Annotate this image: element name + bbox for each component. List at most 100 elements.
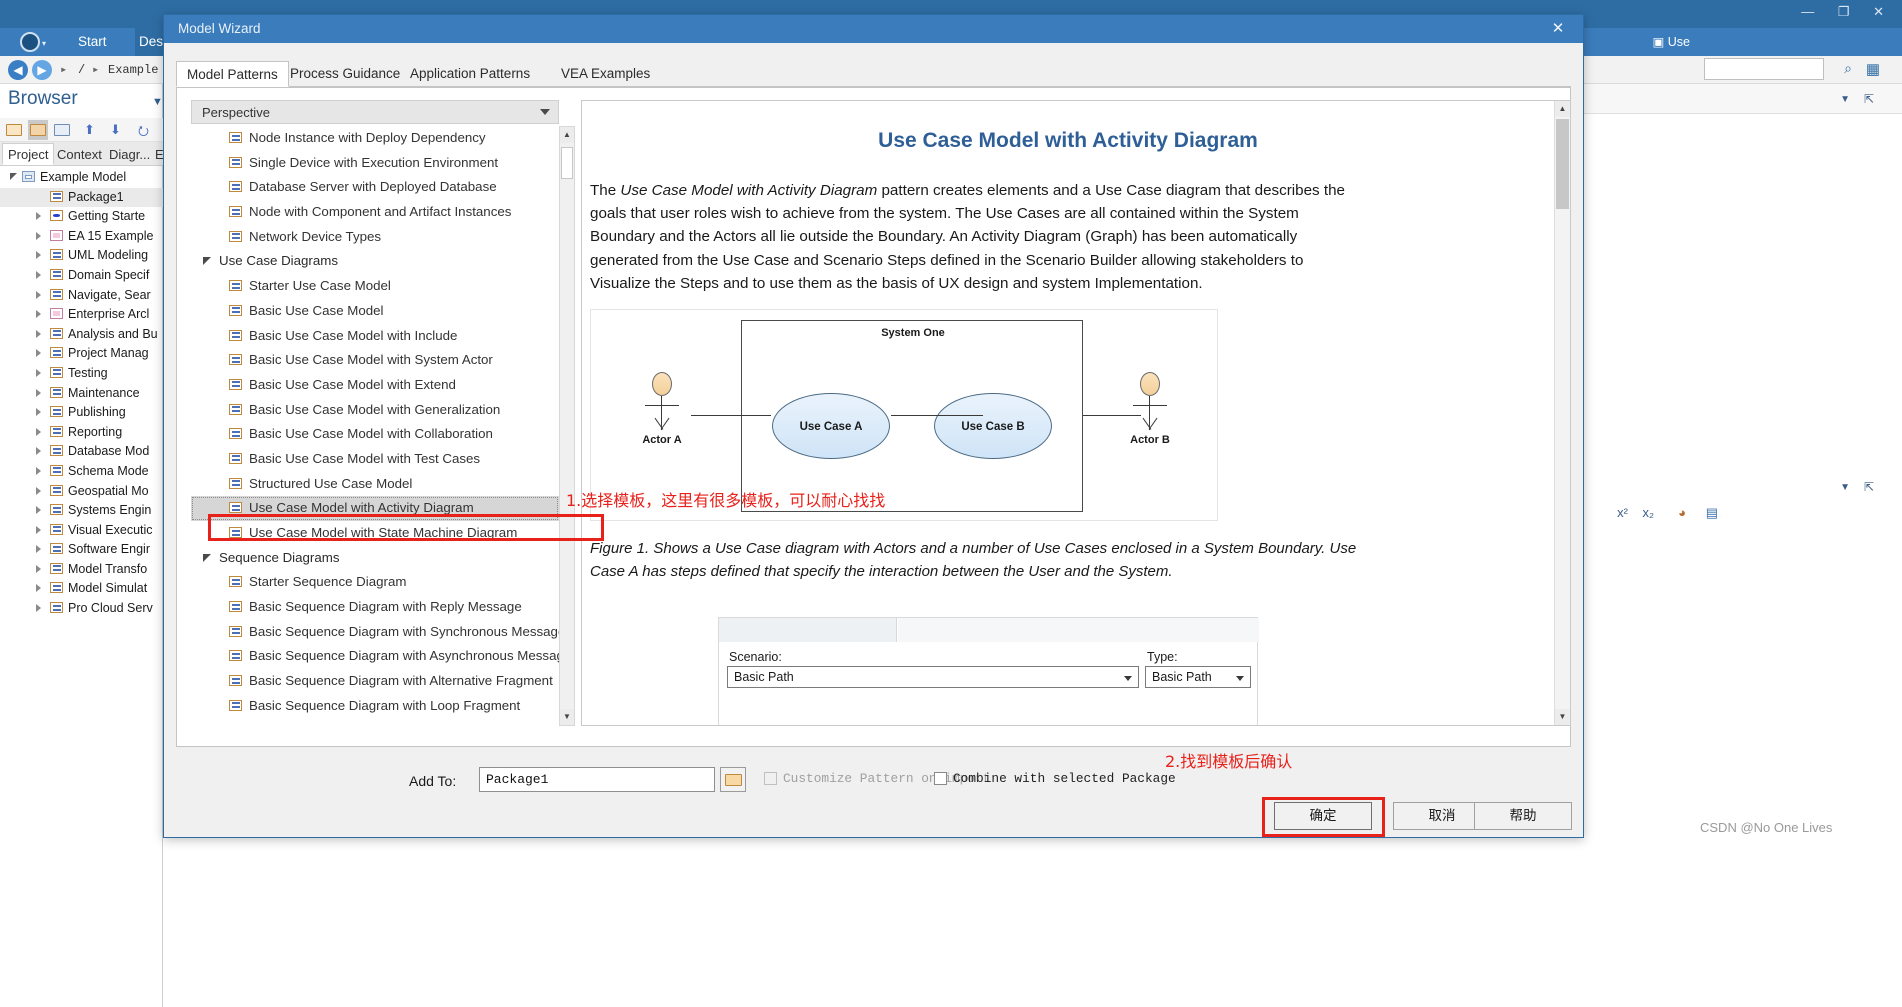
collapse-triangle-icon[interactable] [36,212,41,221]
tab-vea-examples[interactable]: VEA Examples [551,61,660,87]
collapse-triangle-icon[interactable] [36,545,41,554]
browser-tree-item[interactable]: Analysis and Bu [0,325,163,345]
expand-triangle-icon[interactable] [10,173,17,180]
browser-tree-item[interactable]: Schema Mode [0,462,163,482]
tab-process-guidance[interactable]: Process Guidance [280,61,410,87]
scrollbar-thumb[interactable] [1556,119,1569,209]
collapse-triangle-icon[interactable] [36,290,41,299]
back-arrow-icon[interactable]: ◀ [8,60,28,80]
browser-tree-item[interactable]: Getting Starte [0,207,163,227]
breadcrumb-model[interactable]: Example [108,56,158,84]
tab-context[interactable]: Context [52,144,107,166]
browser-tree-item[interactable]: Testing [0,364,163,384]
tab-diagram[interactable]: Diagr... [104,144,155,166]
browser-tree-item[interactable]: Maintenance [0,384,163,404]
pattern-list-scrollbar[interactable]: ▲ ▼ [559,126,575,726]
pattern-list-item[interactable]: Basic Sequence Diagram with Synchronous … [191,620,559,645]
chevron-down-icon[interactable]: ▼ [1840,482,1850,493]
collapse-triangle-icon[interactable] [36,525,41,534]
hierarchy-icon[interactable] [52,120,72,140]
chevron-down-icon[interactable] [1124,676,1132,681]
collapse-triangle-icon[interactable] [36,368,41,377]
new-folder-icon[interactable] [4,120,24,140]
search-icon[interactable]: ⌕ [1844,60,1852,77]
pattern-list-item[interactable]: Basic Use Case Model [191,299,559,324]
folder-browse-icon[interactable] [720,767,746,792]
scroll-up-icon[interactable]: ▲ [1555,101,1570,117]
browser-tree-item[interactable]: Systems Engin [0,501,163,521]
pattern-list-item[interactable]: Basic Use Case Model with Generalization [191,398,559,423]
browser-tree-item[interactable]: Example Model [0,168,163,188]
forward-arrow-icon[interactable]: ▶ [32,60,52,80]
browser-tree-item[interactable]: Model Simulat [0,579,163,599]
collapse-triangle-icon[interactable] [36,251,41,260]
collapse-triangle-icon[interactable] [36,231,41,240]
pattern-list-item[interactable]: Basic Use Case Model with Extend [191,373,559,398]
pattern-list-item[interactable]: Basic Sequence Diagram with Alternative … [191,669,559,694]
tab-model-patterns[interactable]: Model Patterns [176,61,289,87]
pin-icon[interactable]: ⇱ [1864,92,1874,106]
window-controls[interactable]: — ❐ ✕ [1801,4,1894,20]
browser-tree-item[interactable]: Model Transfo [0,560,163,580]
dialog-title-bar[interactable]: Model Wizard ✕ [164,15,1583,43]
pattern-list-item[interactable]: Basic Use Case Model with Include [191,324,559,349]
pin-icon[interactable]: ⇱ [1864,480,1874,494]
pattern-list-item[interactable]: Network Device Types [191,225,559,250]
scrollbar-thumb[interactable] [561,147,573,179]
expand-triangle-icon[interactable] [203,257,211,266]
browser-tree-item[interactable]: Domain Specif [0,266,163,286]
collapse-triangle-icon[interactable] [36,329,41,338]
highlight-icon[interactable]: ◕ [1678,505,1686,520]
scroll-down-icon[interactable]: ▼ [560,709,574,725]
pattern-list-item[interactable]: Database Server with Deployed Database [191,175,559,200]
tab-application-patterns[interactable]: Application Patterns [400,61,540,87]
pattern-list[interactable]: Node Instance with Deploy Dependency Sing… [191,126,559,726]
close-icon[interactable]: ✕ [1541,18,1575,40]
browser-tree-item[interactable]: Package1 [0,187,163,208]
collapse-triangle-icon[interactable] [36,506,41,515]
chevron-down-icon[interactable] [540,109,550,115]
browser-tree-item[interactable]: Geospatial Mo [0,482,163,502]
collapse-triangle-icon[interactable] [36,349,41,358]
tab-project[interactable]: Project [2,143,55,165]
superscript-icon[interactable]: x² [1617,505,1628,520]
pattern-list-item[interactable]: Basic Use Case Model with Collaboration [191,422,559,447]
collapse-triangle-icon[interactable] [36,270,41,279]
move-up-icon[interactable]: ⬆ [84,122,95,138]
chevron-down-icon[interactable]: ▼ [152,96,163,108]
browser-tree-item[interactable]: Visual Executic [0,521,163,541]
scroll-up-icon[interactable]: ▲ [560,127,574,143]
checkbox-box[interactable] [934,772,947,785]
pattern-list-item[interactable]: Basic Sequence Diagram with Loop Fragmen… [191,694,559,719]
ribbon-tab-start[interactable]: Start [78,28,107,56]
move-down-icon[interactable]: ⬇ [110,122,121,138]
pattern-group[interactable]: Sequence Diagrams [191,546,559,571]
grid-icon[interactable]: ▦ [1866,60,1880,78]
browser-tree-item[interactable]: Project Manag [0,344,163,364]
expand-triangle-icon[interactable] [203,553,211,562]
folder-icon[interactable] [28,120,48,140]
collapse-triangle-icon[interactable] [36,388,41,397]
preview-scrollbar[interactable]: ▲ ▼ [1554,101,1570,725]
scenario-select[interactable]: Basic Path [727,666,1139,688]
browser-tree-item[interactable]: Publishing [0,403,163,423]
chevron-down-icon[interactable] [1236,676,1244,681]
breadcrumb-root[interactable]: / [78,56,85,84]
collapse-triangle-icon[interactable] [36,486,41,495]
pattern-list-item[interactable]: Single Device with Execution Environment [191,151,559,176]
pattern-list-item[interactable]: Basic Sequence Diagram with Asynchronous… [191,644,559,669]
user-button[interactable]: ▣ Use [1652,32,1690,52]
pattern-list-item[interactable]: Node Instance with Deploy Dependency [191,126,559,151]
pattern-list-item[interactable]: Structured Use Case Model [191,472,559,497]
browser-tree-item[interactable]: Pro Cloud Serv [0,599,163,619]
browser-tree-item[interactable]: Navigate, Sear [0,286,163,306]
browser-tree-item[interactable]: Enterprise Arcl [0,305,163,325]
pattern-list-item[interactable]: Node with Component and Artifact Instanc… [191,200,559,225]
browser-tree-item[interactable]: Reporting [0,423,163,443]
add-to-input[interactable]: Package1 [479,767,715,792]
scroll-down-icon[interactable]: ▼ [1555,709,1570,725]
pattern-list-item[interactable]: Starter Use Case Model [191,274,559,299]
perspective-selector[interactable]: Perspective [191,100,559,124]
pattern-list-item[interactable]: Starter Sequence Diagram [191,570,559,595]
search-input[interactable] [1704,58,1824,80]
